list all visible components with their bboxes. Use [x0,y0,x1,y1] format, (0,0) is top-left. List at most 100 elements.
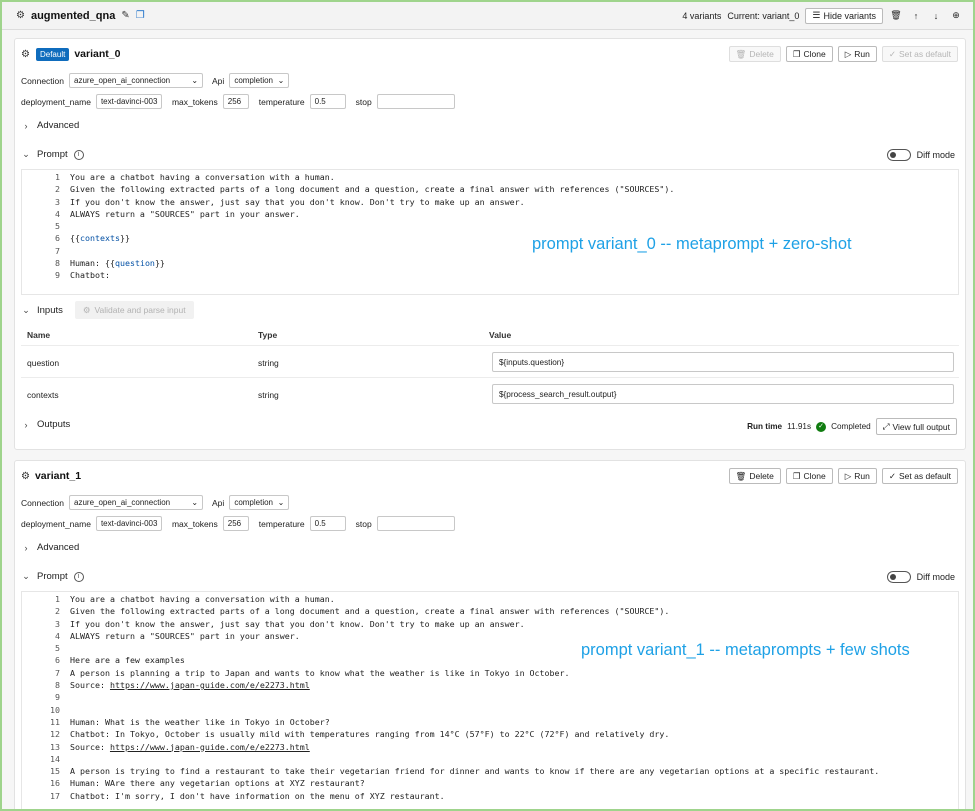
prompt-editor[interactable]: 1 You are a chatbot having a conversation… [21,591,959,809]
line-number: 9 [55,270,60,281]
deployment-input[interactable]: text-davinci-003 [95,94,162,109]
line-text: If you don't know the answer, just say t… [70,196,525,207]
code-line: 7 A person is planning a trip to Japan an… [22,668,958,680]
view-full-output-button[interactable]: ⤢ View full output [875,418,957,435]
line-text: Chatbot: I'm sorry, I don't have informa… [70,790,445,801]
variant-icon: ⚙ [21,48,30,60]
line-number: 8 [55,680,60,691]
line-number: 7 [55,245,60,256]
input-type: string [258,358,279,368]
delete-node-icon[interactable]: 🗑 [889,10,903,21]
annotation-variant-1: prompt variant_1 -- metaprompts + few sh… [581,641,910,659]
default-badge: Default [35,47,70,61]
run-time-label: Run time [747,422,783,431]
code-line: 2 Given the following extracted parts of … [22,606,958,618]
code-line: 9 [22,692,958,704]
col-type: Type [258,330,278,340]
diff-mode-toggle[interactable] [886,571,911,583]
run-button[interactable]: ▷ Run [837,46,877,62]
set-default-button[interactable]: ✓ Set as default [881,468,958,484]
code-line: 8 Human: {{question}} [22,258,958,270]
line-number: 17 [50,790,60,801]
temperature-input[interactable]: 0.5 [309,94,346,109]
validate-parse-button[interactable]: ⚙ Validate and parse input [74,301,194,319]
connection-label: Connection [21,497,65,508]
chevron-down-icon: ⌄ [191,498,199,507]
move-down-icon[interactable]: ↓ [929,11,943,21]
line-number: 4 [55,630,60,641]
line-number: 9 [55,692,60,703]
line-number: 2 [55,184,60,195]
diff-mode-toggle[interactable] [886,149,911,161]
source-link[interactable]: https://www.japan-guide.com/e/e2273.html [110,742,310,752]
max-tokens-input[interactable]: 256 [222,516,249,531]
delete-button[interactable]: 🗑 Delete [728,468,781,484]
input-value-field[interactable]: ${inputs.question} [492,352,954,372]
code-line: 16 Human: WAre there any vegetarian optio… [22,778,958,790]
line-text: Source: https://www.japan-guide.com/e/e2… [70,680,310,691]
api-value: completion [234,498,273,507]
stop-label: stop [355,518,372,529]
deployment-input[interactable]: text-davinci-003 [95,516,162,531]
connection-select[interactable]: azure_open_ai_connection ⌄ [69,73,204,88]
chevron-right-icon: › [24,419,28,430]
edit-icon[interactable]: ✎ [121,10,129,21]
template-variable: contexts [80,233,120,244]
temperature-label: temperature [258,518,305,529]
clone-label: Clone [803,471,826,481]
temperature-input[interactable]: 0.5 [309,516,346,531]
api-select[interactable]: completion ⌄ [229,73,290,88]
more-options-icon[interactable]: ⊕ [949,10,963,21]
chevron-down-icon: ⌄ [22,304,30,315]
clone-button[interactable]: ❐ Clone [785,46,833,62]
variant-name: variant_1 [34,470,82,482]
info-icon[interactable]: i [73,149,84,160]
outputs-toggle[interactable]: › Outputs [21,419,71,430]
prompt-lines: 1 You are a chatbot having a conversation… [22,170,958,283]
prompt-editor[interactable]: 1 You are a chatbot having a conversation… [21,169,959,295]
line-text: ALWAYS return a "SOURCES" part in your a… [70,208,300,219]
info-icon[interactable]: i [73,571,84,582]
run-button[interactable]: ▷ Run [837,468,877,484]
node-header: ⚙ augmented_qna ✎ ❐ 4 variants Current: … [2,2,973,30]
clone-button[interactable]: ❐ Clone [785,468,833,484]
line-text: Chatbot: In Tokyo, October is usually mi… [70,729,670,740]
expand-icon: ⤢ [882,421,890,431]
variant-icon: ⚙ [21,470,30,482]
stop-input[interactable] [376,94,455,109]
connection-row: Connection azure_open_ai_connection ⌄ Api… [21,495,290,510]
outputs-label: Outputs [37,419,71,430]
variant-name: variant_0 [74,48,121,60]
stop-input[interactable] [376,516,455,531]
api-select[interactable]: completion ⌄ [229,495,290,510]
source-link[interactable]: https://www.japan-guide.com/e/e2273.html [110,680,310,690]
connection-select[interactable]: azure_open_ai_connection ⌄ [69,495,204,510]
set-default-button[interactable]: ✓ Set as default [881,46,958,62]
max-tokens-label: max_tokens [171,518,218,529]
prompt-toggle[interactable]: ⌄ Prompt i [21,149,84,160]
diff-mode-label: Diff mode [916,150,955,160]
col-name: Name [27,330,51,340]
inputs-toggle[interactable]: ⌄ Inputs ⚙ Validate and parse input [21,301,194,319]
line-text: You are a chatbot having a conversation … [70,594,335,604]
prompt-toggle[interactable]: ⌄ Prompt i [21,571,84,582]
advanced-toggle[interactable]: › Advanced [21,542,80,553]
connection-label: Connection [21,75,65,86]
copy-icon[interactable]: ❐ [136,10,145,21]
delete-button[interactable]: 🗑 Delete [728,46,781,62]
advanced-toggle[interactable]: › Advanced [21,120,80,131]
move-up-icon[interactable]: ↑ [909,11,923,21]
max-tokens-input[interactable]: 256 [222,94,249,109]
code-line: 4 ALWAYS return a "SOURCES" part in your … [22,209,958,221]
line-number: 15 [50,766,60,777]
hide-variants-button[interactable]: ☰ Hide variants [805,7,883,24]
line-text: A person is planning a trip to Japan and… [70,667,570,678]
line-number: 8 [55,258,60,269]
status-text: Completed [831,422,871,431]
input-value-field[interactable]: ${process_search_result.output} [492,384,954,404]
prompt-label: Prompt [37,149,68,160]
variant-card-1: ⚙ variant_1 🗑 Delete ❐ Clone ▷ Run ✓ Set as … [14,460,966,809]
line-number: 16 [50,778,60,789]
code-line: 1 You are a chatbot having a conversation… [22,172,958,184]
code-line: 8 Source: https://www.japan-guide.com/e/e… [22,680,958,692]
